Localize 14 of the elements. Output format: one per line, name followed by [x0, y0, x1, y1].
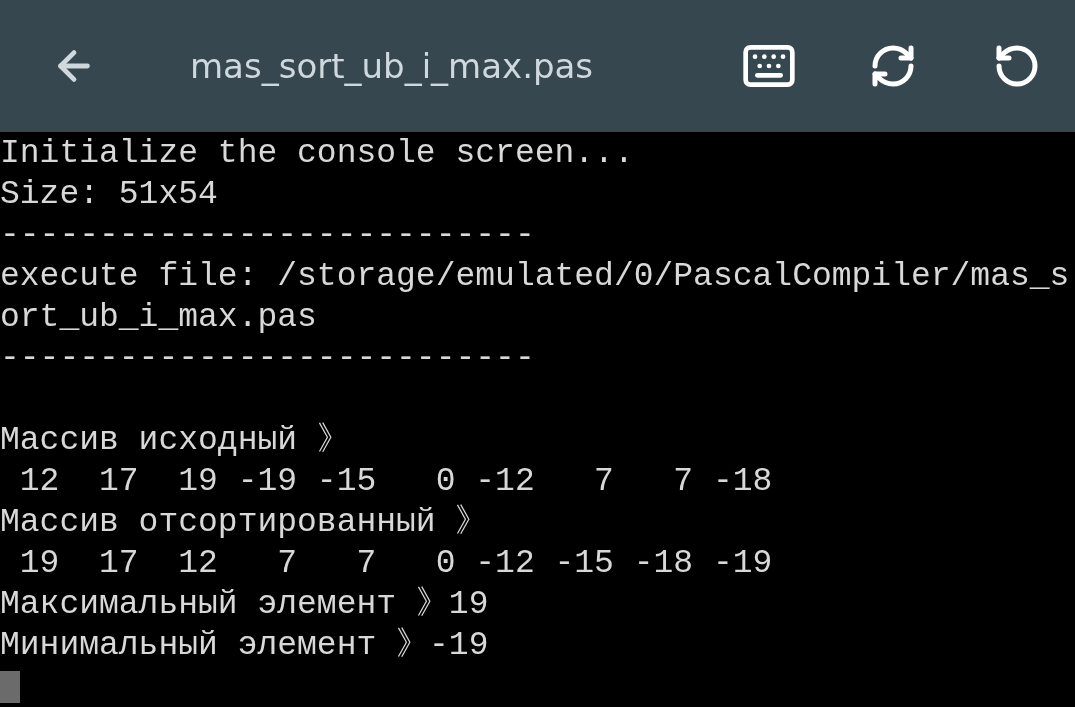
- console-line: Максимальный элемент 》19: [0, 585, 489, 625]
- console-line: ---------------------------: [0, 339, 535, 379]
- console-line: execute file: /storage/emulated/0/PascalCompiler/mas_s: [0, 257, 1070, 297]
- console-line: 19 17 12 7 7 0 -12 -15 -18 -19: [18, 544, 773, 584]
- console-line: Size: 51x54: [0, 175, 218, 215]
- text-cursor: [0, 670, 20, 703]
- console-line: Массив отсортированный 》: [0, 503, 489, 543]
- console-line: Минимальный элемент 》-19: [0, 626, 489, 666]
- console-line: Массив исходный 》: [0, 421, 350, 461]
- console-line: ---------------------------: [0, 216, 535, 256]
- console-line: ort_ub_i_max.pas: [0, 298, 317, 338]
- file-title: mas_sort_ub_i_max.pas: [190, 44, 594, 88]
- console-line: 12 17 19 -19 -15 0 -12 7 7 -18: [18, 462, 773, 502]
- console-line: Initialize the console screen...: [0, 134, 634, 174]
